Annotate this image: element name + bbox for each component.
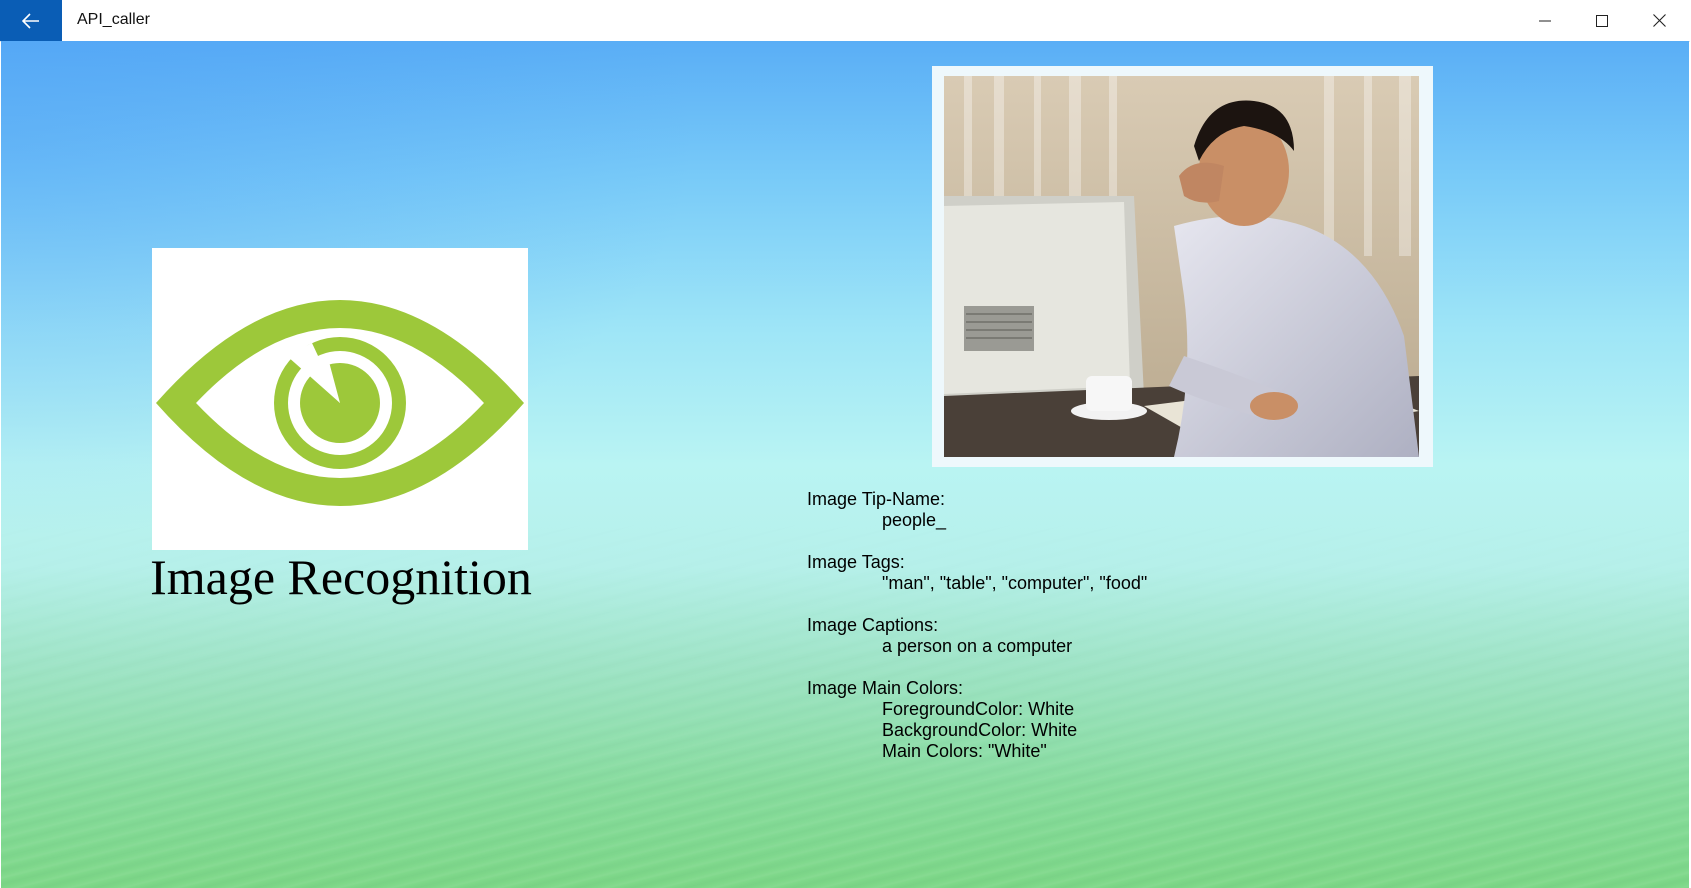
back-button[interactable] — [0, 0, 62, 41]
tip-name-value: people_ — [882, 510, 947, 530]
background-color-value: BackgroundColor: White — [882, 720, 1078, 740]
tip-name-label: Image Tip-Name: — [807, 489, 946, 509]
eye-logo — [152, 248, 528, 550]
close-icon — [1652, 14, 1666, 27]
tags-label: Image Tags: — [807, 552, 905, 572]
title-bar: API_caller — [0, 0, 1690, 42]
main-colors-value: Main Colors: "White" — [882, 741, 1047, 761]
window-title: API_caller — [77, 11, 150, 28]
app-window: API_caller Image Recognition Image Tip-N… — [0, 0, 1690, 888]
main-colors-label: Image Main Colors: — [807, 678, 964, 698]
foreground-color-value: ForegroundColor: White — [882, 699, 1075, 719]
minimize-button[interactable] — [1517, 0, 1573, 41]
maximize-button[interactable] — [1574, 0, 1630, 41]
analyzed-image — [944, 76, 1419, 457]
tags-value: "man", "table", "computer", "food" — [882, 573, 1148, 593]
captions-label: Image Captions: — [807, 615, 939, 635]
close-button[interactable] — [1631, 0, 1687, 41]
maximize-icon — [1596, 14, 1608, 27]
analyzed-photo-illustration — [944, 76, 1419, 457]
minimize-icon — [1539, 20, 1551, 21]
recognition-results: Image Tip-Name: people_ Image Tags: "man… — [807, 489, 1147, 762]
eye-icon — [156, 300, 524, 506]
page-heading: Image Recognition — [150, 549, 532, 605]
captions-value: a person on a computer — [882, 636, 1073, 656]
analyzed-image-frame — [932, 66, 1433, 467]
app-content: Image Recognition Image Tip-Name: people… — [1, 41, 1689, 888]
back-arrow-icon — [22, 12, 39, 29]
